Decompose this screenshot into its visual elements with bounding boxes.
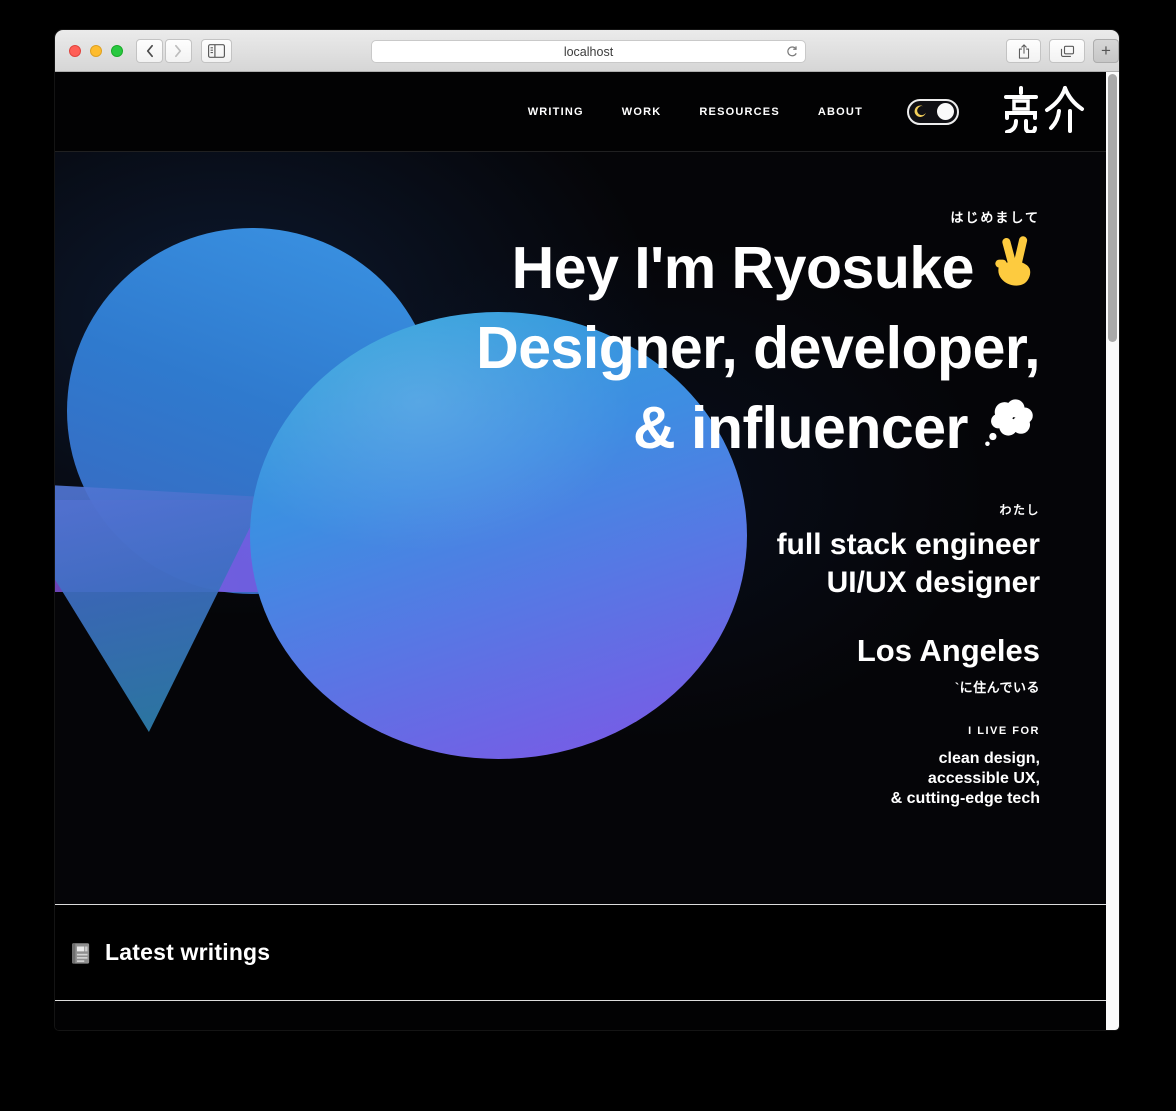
sidebar-button[interactable] [201, 39, 232, 63]
headline-line-1: Hey I'm Ryosuke [476, 228, 1040, 308]
show-tabs-button[interactable] [1049, 39, 1085, 63]
theme-toggle[interactable] [907, 99, 959, 125]
live-for-block: I LIVE FOR clean design, accessible UX, … [891, 725, 1040, 809]
new-tab-button[interactable]: + [1093, 39, 1119, 63]
address-bar[interactable]: localhost [371, 40, 806, 63]
live-for-item-3: & cutting-edge tech [891, 789, 1040, 809]
role-2: UI/UX designer [777, 564, 1040, 602]
live-for-label: I LIVE FOR [891, 725, 1040, 737]
headline-line-3: & influencer [476, 388, 1040, 468]
reload-icon[interactable] [785, 45, 799, 62]
location-city: Los Angeles [857, 633, 1040, 669]
latest-writings-title: Latest writings [105, 939, 270, 966]
zoom-window-button[interactable] [111, 45, 123, 57]
victory-hand-icon [988, 228, 1040, 308]
nav-link-work[interactable]: WORK [622, 106, 662, 118]
sidebar-icon [207, 43, 226, 59]
nav-link-resources[interactable]: RESOURCES [699, 106, 779, 118]
page-content: WRITING WORK RESOURCES ABOUT [55, 72, 1119, 1030]
site-logo[interactable] [999, 85, 1087, 138]
plus-icon: + [1101, 41, 1111, 61]
hero-headline: Hey I'm Ryosuke Designer, [476, 228, 1040, 468]
hero-section: はじめまして Hey I'm Ryosuke [55, 152, 1119, 904]
forward-button[interactable] [165, 39, 192, 63]
minimize-window-button[interactable] [90, 45, 102, 57]
browser-window: localhost [55, 30, 1119, 1030]
pin-triangle-shape [55, 482, 265, 732]
scrollbar-track[interactable] [1106, 72, 1119, 1030]
close-window-button[interactable] [69, 45, 81, 57]
role-1: full stack engineer [777, 526, 1040, 564]
nav-link-writing[interactable]: WRITING [528, 106, 584, 118]
tabs-icon [1059, 44, 1076, 59]
crescent-moon-icon [914, 105, 927, 123]
site-header: WRITING WORK RESOURCES ABOUT [55, 72, 1119, 152]
chevron-left-icon [145, 44, 154, 58]
browser-toolbar: localhost [55, 30, 1119, 72]
latest-writings-section: Latest writings [55, 904, 1119, 1001]
share-button[interactable] [1006, 39, 1041, 63]
live-for-item-1: clean design, [891, 749, 1040, 769]
location-block: Los Angeles `に住んでいる [857, 633, 1040, 696]
chevron-right-icon [174, 44, 183, 58]
share-icon [1017, 43, 1031, 60]
nav-link-about[interactable]: ABOUT [818, 106, 863, 118]
greeting-jp: はじめまして [950, 207, 1040, 226]
scrollbar-thumb[interactable] [1108, 74, 1117, 342]
live-for-item-2: accessible UX, [891, 769, 1040, 789]
location-suffix-jp: `に住んでいる [857, 677, 1040, 696]
address-bar-url: localhost [564, 45, 613, 59]
thought-balloon-icon [982, 388, 1040, 468]
roles-block: わたし full stack engineer UI/UX designer [777, 501, 1040, 602]
toggle-knob [937, 103, 954, 120]
back-button[interactable] [136, 39, 163, 63]
newspaper-icon [68, 940, 94, 966]
headline-line-2: Designer, developer, [476, 308, 1040, 388]
roles-label-jp: わたし [777, 501, 1040, 518]
